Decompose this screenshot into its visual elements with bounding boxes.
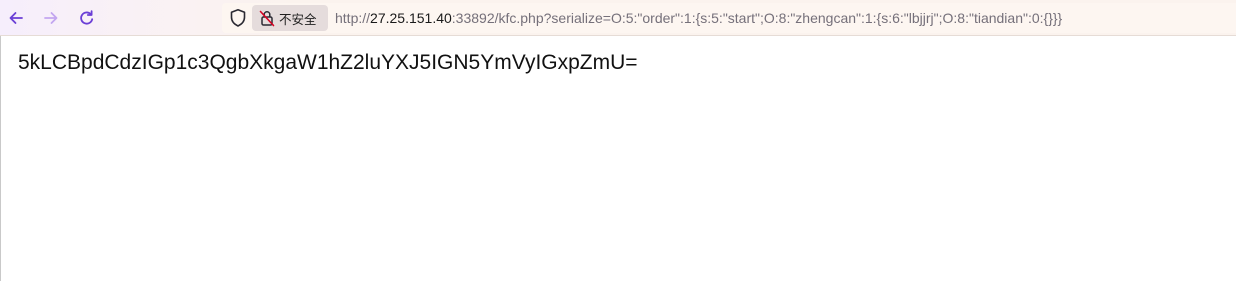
url-host: 27.25.151.40 — [370, 10, 452, 26]
url-text[interactable]: http://27.25.151.40:33892/kfc.php?serial… — [335, 9, 1062, 27]
response-text: 5kLCBpdCdzIGp1c3QgbXkgaW1hZ2luYXJ5IGN5Ym… — [18, 51, 638, 74]
lock-slash-icon — [259, 10, 275, 27]
arrow-left-icon — [9, 12, 23, 24]
insecure-connection-indicator[interactable]: 不安全 — [252, 5, 328, 31]
shield-icon[interactable] — [229, 8, 247, 28]
url-path-query: :33892/kfc.php?serialize=O:5:"order":1:{… — [451, 10, 1063, 26]
reload-button[interactable] — [75, 6, 99, 30]
back-button[interactable] — [4, 6, 28, 30]
url-scheme: http:// — [335, 10, 371, 26]
reload-icon — [80, 10, 94, 25]
security-label: 不安全 — [279, 11, 317, 27]
browser-toolbar: 不安全 http://27.25.151.40:33892/kfc.php?se… — [0, 0, 1236, 36]
arrow-right-icon — [44, 12, 58, 24]
forward-button[interactable] — [39, 6, 63, 30]
page-content: 5kLCBpdCdzIGp1c3QgbXkgaW1hZ2luYXJ5IGN5Ym… — [0, 36, 1236, 281]
